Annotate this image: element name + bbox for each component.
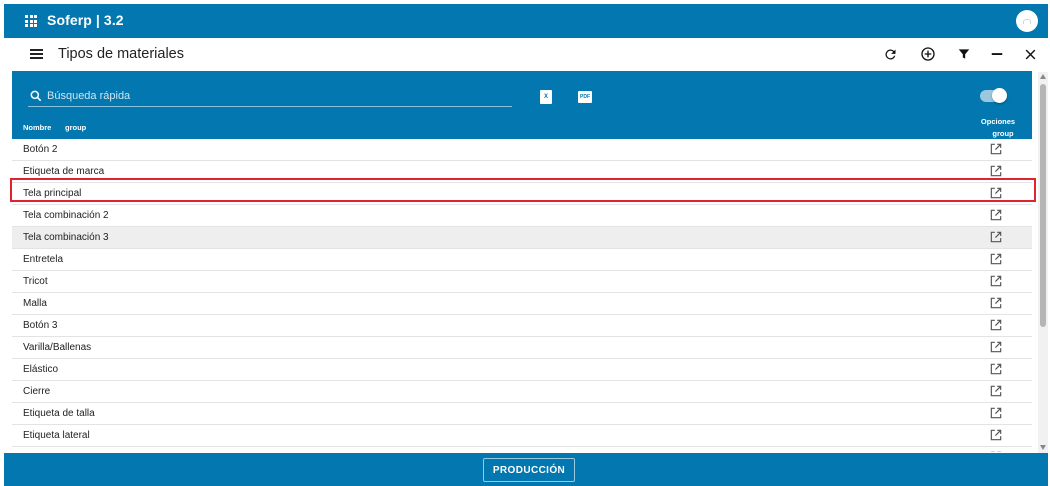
table-row[interactable]: Etiqueta lateral <box>12 425 1032 447</box>
table-row[interactable]: Varilla/Ballenas <box>12 337 1032 359</box>
close-icon[interactable] <box>1021 45 1039 63</box>
row-name: Varilla/Ballenas <box>23 342 92 353</box>
open-in-new-icon[interactable] <box>989 252 1003 266</box>
row-name: Tela combinación 2 <box>23 210 109 221</box>
open-in-new-icon[interactable] <box>989 406 1003 420</box>
column-header-group[interactable]: group <box>65 123 86 132</box>
open-in-new-icon[interactable] <box>989 186 1003 200</box>
table-row[interactable]: Botón 3 <box>12 315 1032 337</box>
search-field <box>28 87 512 107</box>
refresh-icon[interactable] <box>881 45 899 63</box>
vertical-scrollbar[interactable] <box>1038 72 1048 453</box>
export-excel-icon[interactable]: X <box>540 90 552 104</box>
table-row[interactable]: Malla <box>12 293 1032 315</box>
avatar[interactable] <box>1016 10 1038 32</box>
search-icon <box>30 90 42 102</box>
export-excel-label: X <box>543 94 548 100</box>
row-name: Entretela <box>23 254 64 265</box>
table-row[interactable]: Elástico <box>12 359 1032 381</box>
search-input[interactable] <box>47 87 507 105</box>
table-row[interactable]: Cierre <box>12 381 1032 403</box>
footer-bar: PRODUCCIÓN <box>4 453 1048 486</box>
app-window: Soferp | 3.2 Tipos de materiales X PDF <box>0 0 1050 486</box>
export-pdf-label: PDF <box>580 94 590 100</box>
export-pdf-icon[interactable]: PDF <box>578 91 592 103</box>
row-name: Etiqueta lateral <box>23 430 90 441</box>
row-name: Elástico <box>23 364 59 375</box>
table-row[interactable]: Tela combinación 3 <box>12 227 1032 249</box>
toggle-knob <box>992 88 1007 103</box>
row-name: Malla <box>23 298 47 309</box>
add-circle-icon[interactable] <box>919 45 937 63</box>
page-toolbar: Tipos de materiales <box>4 38 1048 71</box>
apps-icon[interactable] <box>25 15 37 27</box>
open-in-new-icon[interactable] <box>989 318 1003 332</box>
scroll-thumb[interactable] <box>1040 84 1046 327</box>
column-header-opciones: Opciones group <box>970 116 1026 140</box>
row-name: Tela combinación 3 <box>23 232 109 243</box>
open-in-new-icon[interactable] <box>989 208 1003 222</box>
table-row[interactable]: Etiqueta de talla <box>12 403 1032 425</box>
open-in-new-icon[interactable] <box>989 230 1003 244</box>
columns-toggle[interactable] <box>980 88 1007 103</box>
page-title: Tipos de materiales <box>58 46 184 62</box>
table-body: Botón 2 Etiqueta de marca Tela principal… <box>12 139 1032 452</box>
row-name: Botón 3 <box>23 320 58 331</box>
table-row[interactable]: Etiqueta de marca <box>12 161 1032 183</box>
menu-icon[interactable] <box>30 49 43 59</box>
row-name: Tricot <box>23 276 48 287</box>
app-bar: Soferp | 3.2 <box>4 4 1048 38</box>
scroll-up-icon[interactable] <box>1040 74 1046 79</box>
open-in-new-icon[interactable] <box>989 362 1003 376</box>
row-name: Cierre <box>23 386 51 397</box>
open-in-new-icon[interactable] <box>989 450 1003 452</box>
table-row[interactable]: Tela combinación 2 <box>12 205 1032 227</box>
table-row[interactable] <box>12 447 1032 452</box>
table-row[interactable]: Botón 2 <box>12 139 1032 161</box>
minimize-icon[interactable] <box>988 45 1006 63</box>
table-row[interactable]: Tela principal <box>12 183 1032 205</box>
open-in-new-icon[interactable] <box>989 384 1003 398</box>
open-in-new-icon[interactable] <box>989 340 1003 354</box>
open-in-new-icon[interactable] <box>989 428 1003 442</box>
app-title: Soferp | 3.2 <box>47 12 124 28</box>
table-row[interactable]: Entretela <box>12 249 1032 271</box>
open-in-new-icon[interactable] <box>989 296 1003 310</box>
row-name: Etiqueta de marca <box>23 166 105 177</box>
open-in-new-icon[interactable] <box>989 142 1003 156</box>
table-header: X PDF Nombre group Opciones group <box>12 71 1032 139</box>
open-in-new-icon[interactable] <box>989 274 1003 288</box>
scroll-down-icon[interactable] <box>1040 445 1046 450</box>
column-header-opciones-label: Opciones <box>980 117 1016 126</box>
column-header-nombre[interactable]: Nombre <box>23 123 51 132</box>
row-name: Botón 2 <box>23 144 58 155</box>
open-in-new-icon[interactable] <box>989 164 1003 178</box>
row-name: Etiqueta de talla <box>23 408 95 419</box>
produccion-button[interactable]: PRODUCCIÓN <box>483 458 575 482</box>
table-row[interactable]: Tricot <box>12 271 1032 293</box>
row-name: Tela principal <box>23 188 82 199</box>
filter-icon[interactable] <box>955 45 973 63</box>
